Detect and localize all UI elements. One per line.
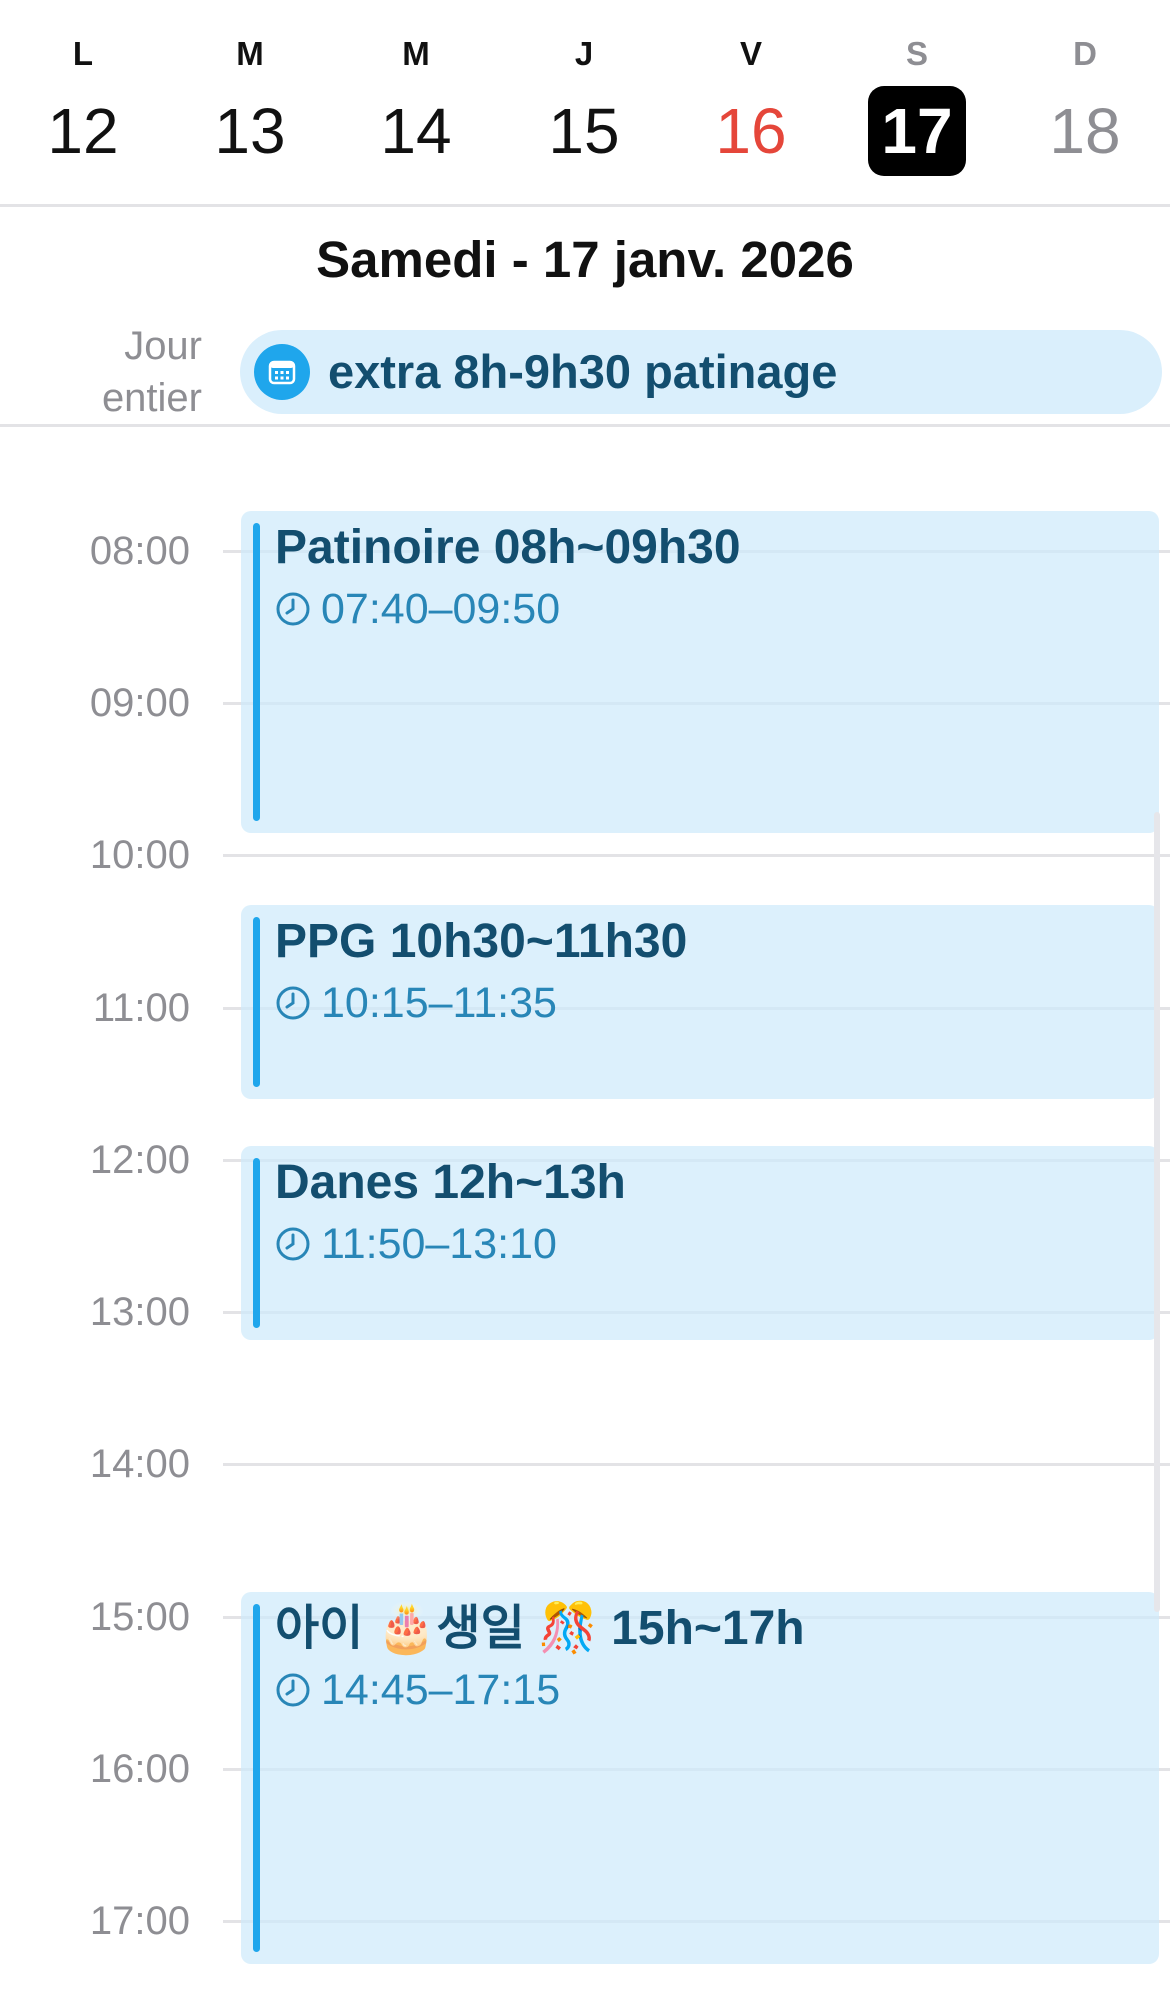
- clock-icon: [276, 1673, 310, 1707]
- hour-label: 12:00: [89, 1138, 190, 1182]
- hour-row: 10:00: [0, 825, 1170, 885]
- clock-icon: [276, 1227, 310, 1261]
- hour-line: [223, 1463, 1170, 1466]
- hour-label: 17:00: [89, 1899, 190, 1943]
- scrollbar[interactable]: [1154, 812, 1160, 1612]
- hour-label: 09:00: [89, 681, 190, 725]
- event-card[interactable]: Danes 12h~13h 11:50–13:10: [241, 1146, 1159, 1340]
- hour-label: 15:00: [89, 1595, 190, 1639]
- day-timeline[interactable]: 08:00 09:00 10:00 11:00 12:00 13:00 14:0…: [0, 0, 1170, 2014]
- hour-label: 13:00: [89, 1290, 190, 1334]
- event-card[interactable]: PPG 10h30~11h30 10:15–11:35: [241, 905, 1159, 1099]
- event-color-bar: [253, 1604, 260, 1952]
- event-time-text: 11:50–13:10: [321, 1220, 557, 1268]
- hour-label: 14:00: [89, 1442, 190, 1486]
- event-color-bar: [253, 917, 260, 1087]
- event-title: PPG 10h30~11h30: [275, 915, 688, 968]
- event-title: Patinoire 08h~09h30: [275, 521, 741, 574]
- event-color-bar: [253, 1158, 260, 1328]
- event-time-text: 10:15–11:35: [321, 979, 557, 1027]
- event-time-text: 14:45–17:15: [321, 1666, 561, 1714]
- clock-icon: [276, 592, 310, 626]
- clock-icon: [276, 986, 310, 1020]
- hour-label: 16:00: [89, 1747, 190, 1791]
- hour-row: 14:00: [0, 1434, 1170, 1494]
- event-title: 아이 🎂생일 🎊 15h~17h: [275, 1602, 805, 1655]
- hour-label: 10:00: [89, 833, 190, 877]
- event-card[interactable]: Patinoire 08h~09h30 07:40–09:50: [241, 511, 1159, 833]
- event-time-text: 07:40–09:50: [321, 585, 561, 633]
- hour-label: 11:00: [92, 986, 190, 1030]
- hour-label: 08:00: [89, 529, 190, 573]
- event-title: Danes 12h~13h: [275, 1156, 626, 1209]
- event-color-bar: [253, 523, 260, 821]
- hour-line: [223, 854, 1170, 857]
- event-card[interactable]: 아이 🎂생일 🎊 15h~17h 14:45–17:15: [241, 1592, 1159, 1964]
